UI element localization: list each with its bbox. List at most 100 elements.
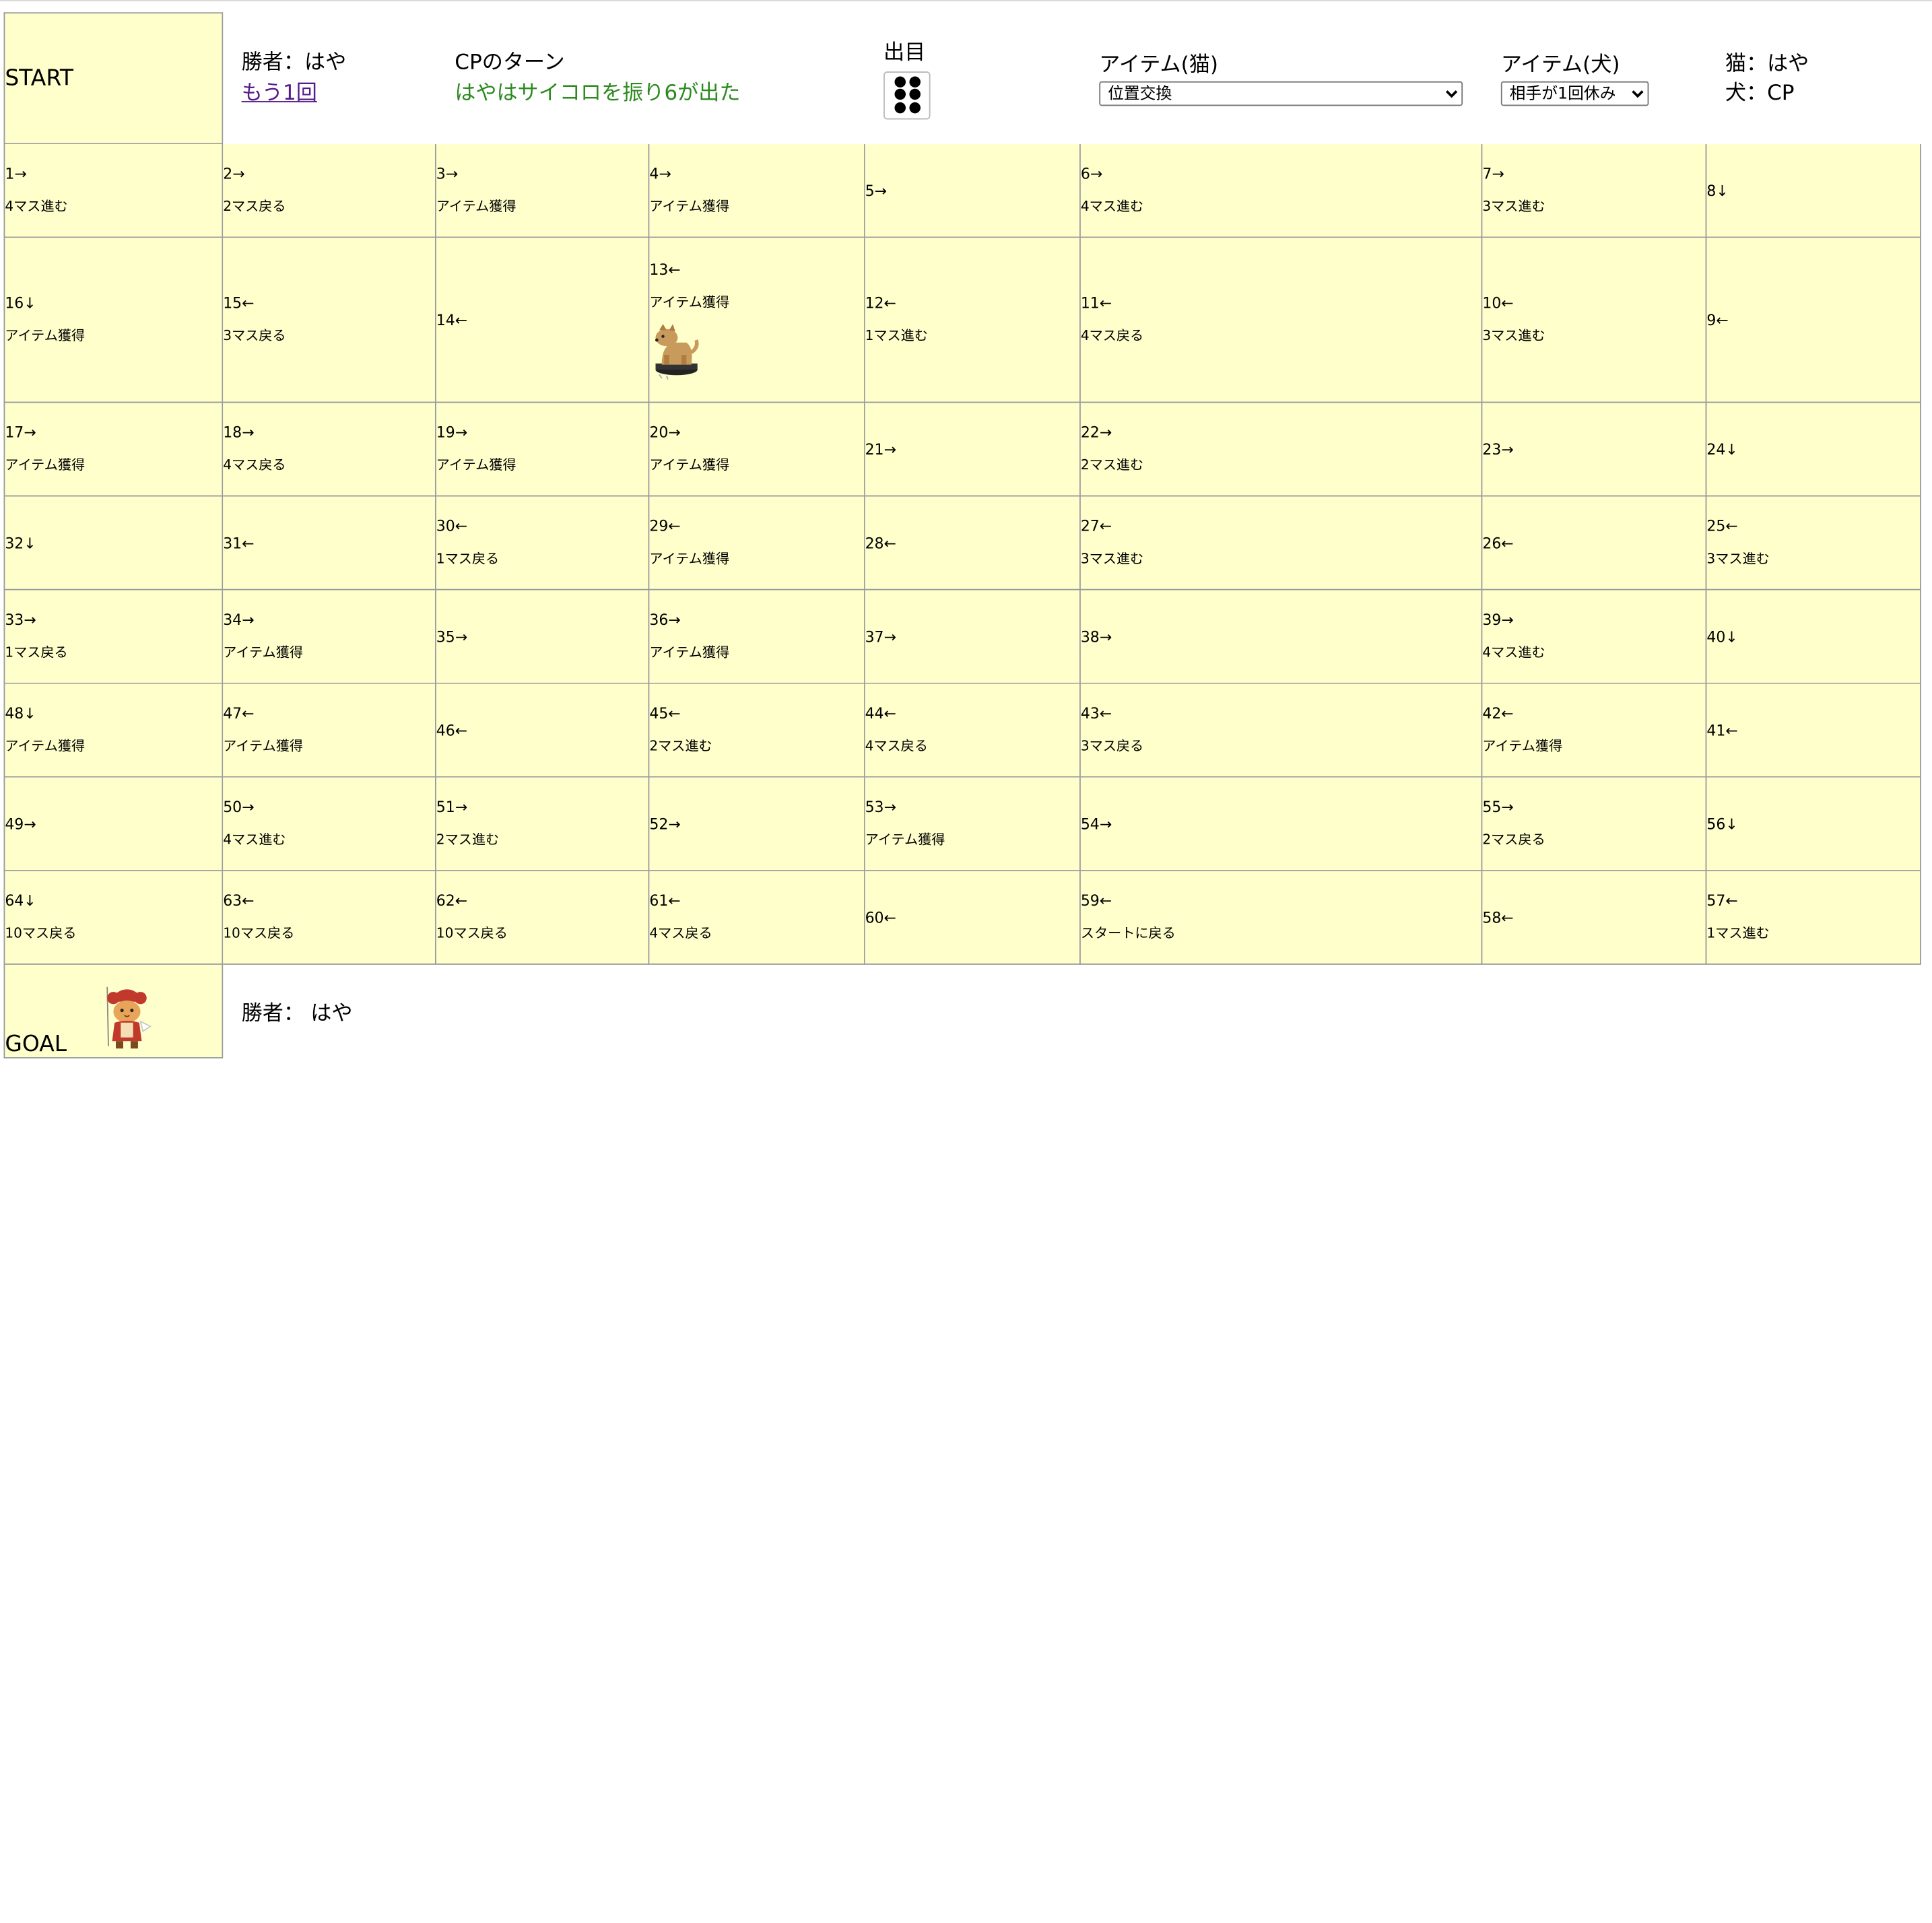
game-page: START 勝者：はや もう1回 CPのターン はやはサイコロを振り6が出た 出…	[0, 0, 1932, 1923]
board-square: 52→	[648, 776, 865, 871]
footer-winner-prefix: 勝者：	[241, 1001, 304, 1027]
dog-cp-icon	[655, 324, 699, 380]
board-square: 28←	[863, 495, 1081, 591]
board-square: 1→ 4マス進む	[3, 143, 224, 238]
board-square: 18→ 4マス戻る	[222, 401, 436, 497]
square-action: アイテム獲得	[5, 327, 86, 344]
square-action: 3マス戻る	[223, 327, 286, 344]
turn-panel: CPのターン はやはサイコロを振り6が出た	[434, 12, 865, 145]
board-square: 25← 3マス進む	[1705, 495, 1921, 591]
square-number: 60←	[865, 908, 896, 926]
board-square: 15← 3マス戻る	[222, 236, 436, 403]
square-action: アイテム獲得	[865, 832, 945, 848]
dog-item-panel: アイテム(犬) 相手が1回休み	[1481, 12, 1707, 145]
board-squares: 1→ 4マス進む 2→ 2マス戻る 3→ アイテム獲得 4→ アイテム獲得 5→ 6→ 4マス進む 7…	[3, 143, 1921, 965]
square-action: アイテム獲得	[649, 198, 730, 215]
square-action: 4マス戻る	[649, 925, 712, 942]
board-square: 14←	[434, 236, 650, 403]
play-again-link[interactable]: もう1回	[242, 81, 317, 106]
board-row: 16↓ アイテム獲得 15← 3マス戻る 14← 13← アイテム獲得 12← 1マス進む 11←…	[3, 236, 1921, 403]
square-number: 34→	[223, 611, 255, 629]
square-action: 4マス進む	[1080, 198, 1144, 215]
square-number: 16↓	[5, 294, 36, 312]
cat-item-select[interactable]: 位置交換	[1099, 81, 1463, 106]
board-square: 57← 1マス進む	[1705, 869, 1921, 965]
square-action: アイテム獲得	[436, 457, 517, 473]
square-action: アイテム獲得	[1482, 738, 1563, 754]
square-number: 7→	[1482, 165, 1504, 182]
square-number: 23→	[1482, 440, 1514, 458]
square-number: 50→	[223, 798, 255, 816]
dice-pip	[894, 89, 906, 101]
board-square: 41←	[1705, 682, 1921, 778]
square-number: 28←	[865, 534, 896, 551]
board-square: 56↓	[1705, 776, 1921, 871]
square-action: 1マス戻る	[436, 550, 500, 567]
square-number: 44←	[865, 704, 896, 722]
square-number: 2→	[223, 165, 245, 182]
board-square: 27← 3マス進む	[1079, 495, 1483, 591]
board-square: 45← 2マス進む	[648, 682, 865, 778]
board-square: 11← 4マス戻る	[1079, 236, 1483, 403]
board-square: 8↓	[1705, 143, 1921, 238]
square-number: 24↓	[1706, 440, 1738, 458]
square-number: 41←	[1706, 721, 1738, 739]
board-square: 21→	[863, 401, 1081, 497]
dog-item-title: アイテム(犬)	[1500, 53, 1620, 77]
board-square: 9←	[1705, 236, 1921, 403]
board-row: 64↓ 10マス戻る 63← 10マス戻る 62← 10マス戻る 61← 4マス戻る 60← 59…	[3, 869, 1921, 965]
cat-item-panel: アイテム(猫) 位置交換	[1079, 12, 1483, 145]
square-number: 48↓	[5, 704, 36, 722]
board-square: 55→ 2マス戻る	[1481, 776, 1707, 871]
square-action: アイテム獲得	[649, 294, 730, 311]
square-action: 2マス進む	[649, 738, 712, 754]
square-action: 3マス戻る	[1080, 738, 1144, 754]
square-number: 47←	[223, 704, 255, 722]
board-square: 49→	[3, 776, 224, 871]
square-action: 4マス戻る	[865, 738, 928, 754]
square-action: アイテム獲得	[5, 738, 86, 754]
board-square: 2→ 2マス戻る	[222, 143, 436, 238]
board-square: 17→ アイテム獲得	[3, 401, 224, 497]
square-number: 4→	[649, 165, 671, 182]
square-number: 32↓	[5, 534, 36, 551]
board-square: 50→ 4マス進む	[222, 776, 436, 871]
board-square: 48↓ アイテム獲得	[3, 682, 224, 778]
board-row: 49→ 50→ 4マス進む 51→ 2マス進む 52→ 53→ アイテム獲得 54→ 55→ 2マス…	[3, 776, 1921, 871]
cat-item-title: アイテム(猫)	[1099, 53, 1218, 77]
board-square: 35→	[434, 588, 650, 684]
winner-heading: 勝者：はや	[241, 50, 347, 75]
board-square: 16↓ アイテム獲得	[3, 236, 224, 403]
square-number: 22→	[1080, 424, 1112, 442]
board-square: 53→ アイテム獲得	[863, 776, 1081, 871]
square-action: 10マス戻る	[436, 925, 508, 942]
square-number: 55→	[1482, 798, 1514, 816]
square-action: 4マス進む	[1482, 644, 1545, 661]
square-number: 10←	[1482, 294, 1514, 312]
square-number: 46←	[436, 721, 468, 739]
square-number: 1→	[5, 165, 27, 182]
square-number: 30←	[436, 517, 468, 535]
square-number: 26←	[1482, 534, 1514, 551]
square-action: アイテム獲得	[223, 738, 303, 754]
board-square: 23→	[1481, 401, 1707, 497]
square-number: 56↓	[1706, 815, 1738, 833]
square-number: 6→	[1080, 165, 1103, 182]
turn-title: CPのターン	[455, 50, 565, 75]
square-number: 38→	[1080, 628, 1112, 645]
board-square: 4→ アイテム獲得	[648, 143, 865, 238]
board-square: 42← アイテム獲得	[1481, 682, 1707, 778]
dice-pip	[908, 102, 921, 114]
square-number: 43←	[1080, 704, 1112, 722]
square-action: 10マス戻る	[5, 925, 77, 942]
square-action: 3マス進む	[1482, 327, 1545, 344]
square-number: 52→	[649, 815, 681, 833]
board-square: 58←	[1481, 869, 1707, 965]
board-square: 37→	[863, 588, 1081, 684]
square-number: 58←	[1482, 908, 1514, 926]
dog-item-select[interactable]: 相手が1回休み	[1500, 81, 1649, 106]
square-number: 20→	[649, 424, 681, 442]
square-number: 5→	[865, 181, 887, 199]
dice-panel: 出目	[863, 12, 1081, 145]
start-cell: START	[3, 12, 224, 145]
